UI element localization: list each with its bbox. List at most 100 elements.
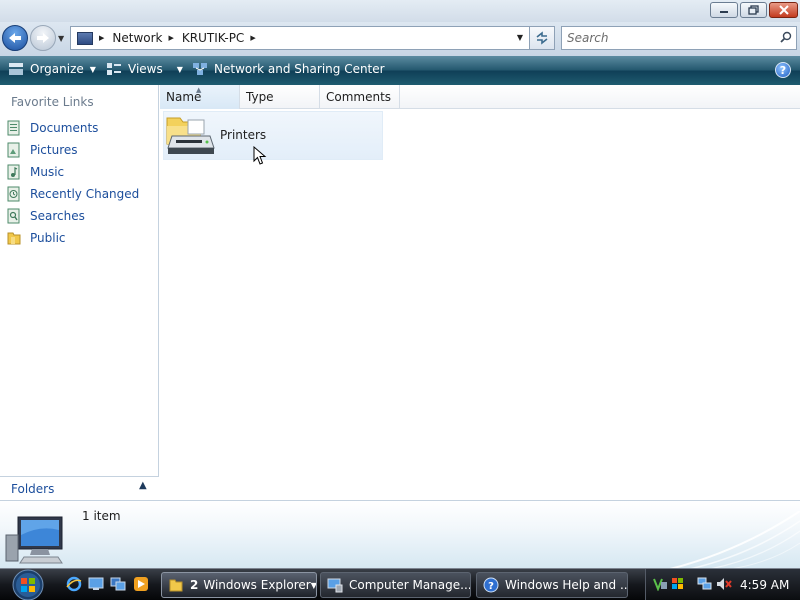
nav-link-documents[interactable]: Documents [6, 120, 98, 136]
network-computer-icon [5, 516, 63, 564]
breadcrumb-label: Network [112, 31, 163, 45]
network-center-icon [193, 63, 207, 75]
nav-link-music[interactable]: Music [6, 164, 64, 180]
file-list: ▲ Name Type Comments Printers [160, 85, 800, 500]
details-pane: 1 item [0, 500, 800, 569]
organize-button[interactable]: Organize ▼ [8, 62, 96, 76]
favorite-links-title: Favorite Links [11, 95, 94, 109]
forward-arrow-icon [37, 33, 49, 43]
back-arrow-icon [9, 33, 21, 43]
title-bar [0, 0, 800, 22]
media-player-icon[interactable] [133, 576, 149, 592]
safely-remove-icon[interactable] [652, 577, 668, 591]
column-headers: ▲ Name Type Comments [160, 85, 800, 109]
restore-icon [747, 5, 759, 15]
nav-link-recently-changed[interactable]: Recently Changed [6, 186, 139, 202]
search-placeholder: Search [567, 31, 609, 45]
network-sharing-center-button[interactable]: Network and Sharing Center [192, 62, 385, 76]
chevron-down-icon: ▼ [176, 64, 183, 74]
network-center-label: Network and Sharing Center [214, 62, 385, 76]
item-label: Printers [220, 128, 267, 142]
network-location-icon [77, 31, 93, 45]
taskbar-group-windows-explorer[interactable]: 2 Windows Explorer ▼ [161, 572, 317, 598]
documents-icon [7, 120, 20, 136]
help-icon: ? [779, 63, 787, 77]
decorative-swoosh [669, 511, 800, 569]
computer-management-icon [327, 578, 343, 593]
organize-label: Organize [30, 62, 84, 76]
maximize-button[interactable] [740, 2, 767, 18]
recently-changed-icon [7, 186, 20, 202]
folder-icon [169, 579, 183, 592]
taskbar-item-computer-management[interactable]: Computer Manage... [320, 572, 471, 598]
folders-label: Folders [11, 482, 55, 496]
nav-link-label: Searches [30, 209, 85, 223]
breadcrumb-root-arrow[interactable]: ▶ [97, 34, 112, 42]
chevron-up-icon[interactable]: ▲ [139, 480, 147, 491]
search-input[interactable]: Search [561, 26, 797, 50]
mouse-cursor-icon [253, 146, 267, 165]
svg-text:?: ? [488, 581, 494, 592]
music-icon [7, 164, 20, 180]
internet-explorer-icon[interactable] [66, 576, 82, 592]
column-header-name[interactable]: ▲ Name [160, 85, 240, 109]
breadcrumb-krutik-pc[interactable]: KRUTIK-PC ▶ [182, 31, 264, 45]
address-dropdown[interactable]: ▼ [517, 33, 523, 42]
nav-link-label: Pictures [30, 143, 78, 157]
nav-link-label: Documents [30, 121, 99, 135]
searches-icon [7, 208, 20, 224]
nav-link-pictures[interactable]: Pictures [6, 142, 78, 158]
task-label: Computer Manage... [349, 578, 471, 592]
views-button[interactable]: Views ▼ [106, 62, 183, 76]
forward-button[interactable] [30, 25, 56, 51]
help-icon: ? [483, 577, 499, 593]
nav-link-label: Recently Changed [30, 187, 140, 201]
breadcrumb-network[interactable]: Network ▶ [112, 31, 182, 45]
task-label: Windows Explorer [203, 578, 311, 592]
chevron-down-icon: ▼ [310, 580, 317, 590]
taskbar-item-windows-help[interactable]: ? Windows Help and ... [476, 572, 628, 598]
nav-link-searches[interactable]: Searches [6, 208, 85, 224]
pictures-icon [7, 142, 20, 158]
column-header-type[interactable]: Type [240, 85, 320, 109]
refresh-icon [536, 31, 548, 45]
switch-windows-icon[interactable] [110, 576, 126, 592]
command-bar: Organize ▼ Views ▼ Network and Sharing C… [0, 56, 800, 85]
chevron-down-icon: ▼ [89, 64, 96, 74]
help-button[interactable]: ? [775, 62, 791, 78]
back-button[interactable] [2, 25, 28, 51]
views-label: Views [128, 62, 163, 76]
folders-toggle[interactable]: Folders [0, 476, 159, 500]
address-toolbar: ▼ ▶ Network ▶ KRUTIK-PC ▶ ▼ Search [0, 22, 800, 56]
nav-link-public[interactable]: Public [6, 230, 66, 246]
windows-security-icon[interactable] [670, 577, 686, 591]
volume-muted-icon[interactable] [716, 577, 732, 591]
column-header-comments[interactable]: Comments [320, 85, 400, 109]
sort-ascending-icon: ▲ [196, 86, 202, 94]
search-icon[interactable] [780, 31, 792, 43]
navigation-pane: Favorite Links Documents Pictures Music … [0, 85, 159, 500]
recent-pages-dropdown[interactable]: ▼ [58, 34, 64, 43]
group-count: 2 [190, 578, 199, 592]
printer-folder-icon [166, 117, 215, 154]
refresh-button[interactable] [530, 26, 555, 50]
network-status-icon[interactable] [697, 577, 713, 591]
close-button[interactable] [769, 2, 798, 18]
column-header-label: Comments [326, 90, 392, 104]
minimize-icon [720, 11, 728, 13]
minimize-button[interactable] [710, 2, 738, 18]
nav-link-label: Music [30, 165, 65, 179]
close-icon [778, 5, 789, 15]
start-button[interactable] [8, 569, 48, 600]
organize-icon [9, 63, 23, 75]
show-desktop-icon[interactable] [88, 576, 104, 592]
views-icon [107, 63, 121, 75]
column-header-label: Type [246, 90, 274, 104]
clock[interactable]: 4:59 AM [740, 578, 789, 592]
address-box[interactable]: ▶ Network ▶ KRUTIK-PC ▶ ▼ [70, 26, 530, 50]
nav-link-label: Public [30, 231, 66, 245]
breadcrumb-label: KRUTIK-PC [181, 31, 245, 45]
public-folder-icon [7, 232, 21, 245]
list-item[interactable]: Printers [163, 111, 383, 165]
task-label: Windows Help and ... [505, 578, 628, 592]
